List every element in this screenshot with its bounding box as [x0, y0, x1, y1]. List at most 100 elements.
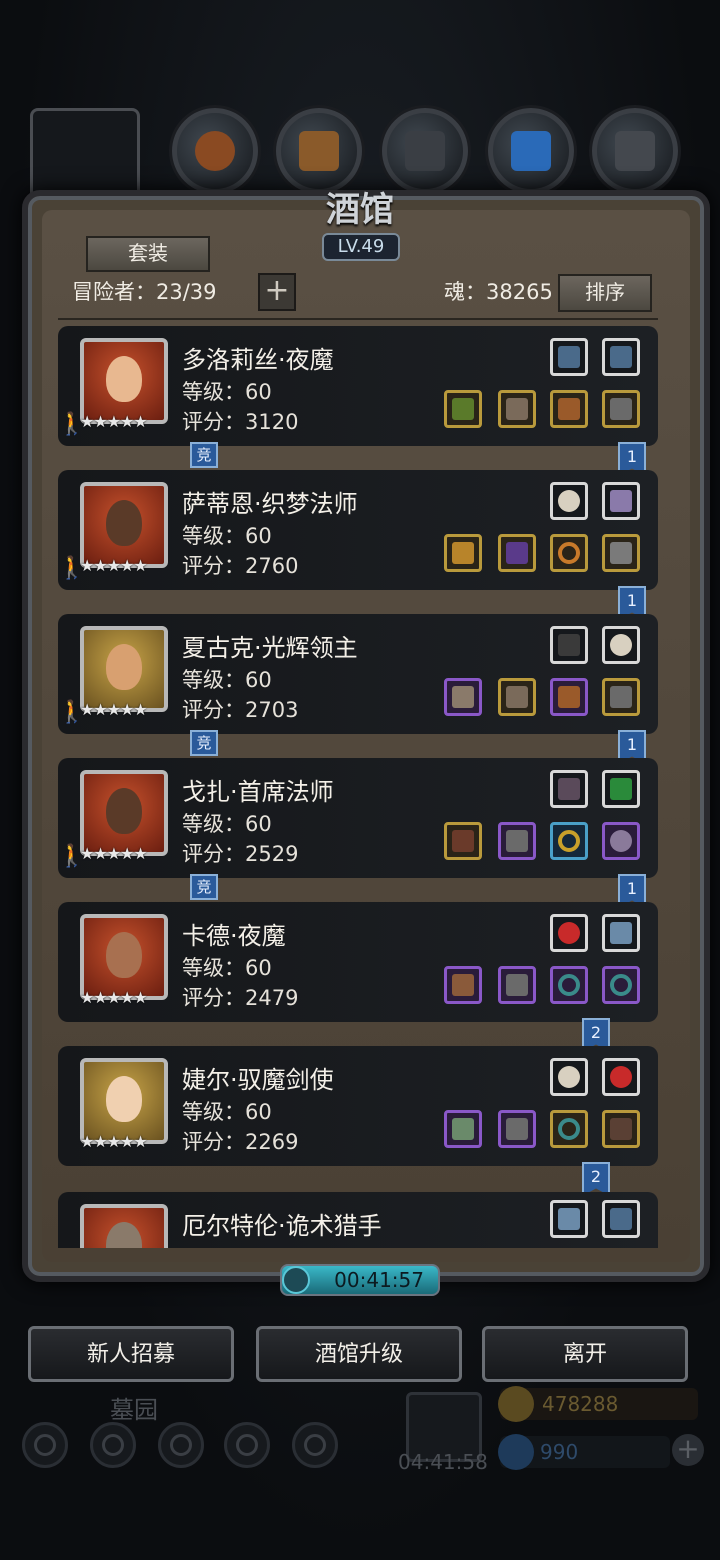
leave-button[interactable]: 离开 — [482, 1326, 688, 1382]
weapon-slot[interactable] — [444, 822, 482, 860]
gold-amount: 478288 — [542, 1392, 619, 1416]
hero-card[interactable]: 🚶 ★★★★★ 萨蒂恩·织梦法师 等级：60 评分：2760 — [58, 470, 658, 590]
tavern-level-badge: LV.49 — [322, 233, 400, 261]
star-rating: ★★★★★ — [80, 556, 148, 575]
rune-slot[interactable] — [602, 338, 640, 376]
armor-slot[interactable] — [498, 1110, 536, 1148]
hero-level: 等级：60 — [182, 668, 272, 692]
hero-card[interactable]: 🚶 ★★★★★ 戈扎·首席法师 等级：60 评分：2529 — [58, 758, 658, 878]
hero-level: 等级：60 — [182, 1100, 272, 1124]
sort-button[interactable]: 排序 — [558, 274, 652, 312]
hero-score: 评分：2529 — [182, 842, 299, 866]
hero-name: 夏古克·光辉领主 — [182, 634, 358, 662]
rune-slot[interactable] — [602, 482, 640, 520]
location-label: 墓园 — [110, 1396, 158, 1424]
add-gems-icon[interactable]: + — [672, 1434, 704, 1466]
accessory-slot[interactable] — [550, 390, 588, 428]
hero-level: 等级：60 — [182, 956, 272, 980]
tab-metal[interactable] — [592, 108, 678, 194]
suit-button[interactable]: 套装 — [86, 236, 210, 272]
amulet-slot[interactable] — [602, 822, 640, 860]
gem-icon — [498, 1434, 534, 1470]
weapon-slot[interactable] — [444, 678, 482, 716]
hero-name: 戈扎·首席法师 — [182, 778, 334, 806]
arena-badge: 竞 — [190, 730, 218, 756]
rune-slot[interactable] — [550, 914, 588, 952]
hero-score: 评分：3120 — [182, 410, 299, 434]
guild-icon[interactable] — [158, 1422, 204, 1468]
weapon-slot[interactable] — [444, 1110, 482, 1148]
weapon-slot[interactable] — [444, 966, 482, 1004]
upgrade-tavern-button[interactable]: 酒馆升级 — [256, 1326, 462, 1382]
rune-slot[interactable] — [550, 482, 588, 520]
armor-slot[interactable] — [498, 822, 536, 860]
helmet-slot[interactable] — [602, 678, 640, 716]
hero-level: 等级：60 — [182, 524, 272, 548]
recruit-button[interactable]: 新人招募 — [28, 1326, 234, 1382]
hero-score: 评分：2760 — [182, 554, 299, 578]
gold-coin-icon — [498, 1386, 534, 1422]
mail-icon[interactable] — [224, 1422, 270, 1468]
star-rating: ★★★★★ — [80, 1132, 148, 1151]
ring-slot[interactable] — [602, 966, 640, 1004]
hero-portrait — [80, 1204, 168, 1248]
hero-score: 评分：2479 — [182, 986, 299, 1010]
rune-slot[interactable] — [602, 1058, 640, 1096]
rune-slot[interactable] — [602, 770, 640, 808]
rune-slot[interactable] — [602, 626, 640, 664]
hero-name: 婕尔·驭魔剑使 — [182, 1066, 334, 1094]
hero-level: 等级：60 — [182, 380, 272, 404]
ring-slot[interactable] — [550, 534, 588, 572]
gem-amount: 990 — [540, 1440, 579, 1464]
armor-slot[interactable] — [498, 390, 536, 428]
hero-level: 等级：60 — [182, 812, 272, 836]
rune-slot[interactable] — [550, 1200, 588, 1238]
arena-badge: 竞 — [190, 874, 218, 900]
armor-slot[interactable] — [498, 678, 536, 716]
page-title: 酒馆 — [326, 190, 394, 230]
weapon-slot[interactable] — [444, 534, 482, 572]
rune-slot[interactable] — [550, 770, 588, 808]
ring-slot[interactable] — [550, 966, 588, 1004]
soul-count: 魂：38265 — [444, 280, 553, 304]
armor-slot[interactable] — [498, 534, 536, 572]
rune-slot[interactable] — [550, 1058, 588, 1096]
hero-name: 多洛莉丝·夜魔 — [182, 346, 334, 374]
hero-card[interactable]: 厄尔特伦·诡术猎手 — [58, 1192, 658, 1248]
star-rating: ★★★★★ — [80, 844, 148, 863]
achievement-icon[interactable] — [90, 1422, 136, 1468]
rune-slot[interactable] — [550, 338, 588, 376]
accessory-slot[interactable] — [550, 678, 588, 716]
ring-slot[interactable] — [550, 1110, 588, 1148]
hero-card[interactable]: 🚶 ★★★★★ 多洛莉丝·夜魔 等级：60 评分：3120 — [58, 326, 658, 446]
hero-score: 评分：2269 — [182, 1130, 299, 1154]
adventurer-count: 冒险者：23/39 — [72, 280, 217, 304]
divider — [58, 318, 658, 320]
tab-potion[interactable] — [172, 108, 258, 194]
gear-icon[interactable] — [22, 1422, 68, 1468]
rune-slot[interactable] — [602, 1200, 640, 1238]
weapon-slot[interactable] — [444, 390, 482, 428]
hero-name: 卡德·夜魔 — [182, 922, 286, 950]
hero-name: 萨蒂恩·织梦法师 — [182, 490, 358, 518]
gift-timer: 04:41:58 — [398, 1450, 488, 1474]
hero-card[interactable]: ★★★★★ 卡德·夜魔 等级：60 评分：2479 — [58, 902, 658, 1022]
clock-icon — [282, 1266, 310, 1294]
armor-slot[interactable] — [498, 966, 536, 1004]
hero-card[interactable]: ★★★★★ 婕尔·驭魔剑使 等级：60 评分：2269 — [58, 1046, 658, 1166]
hero-list[interactable]: 🚶 ★★★★★ 多洛莉丝·夜魔 等级：60 评分：3120 竞 1 🚶 ★★★★… — [58, 326, 658, 1248]
helmet-slot[interactable] — [602, 390, 640, 428]
shop-icon[interactable] — [292, 1422, 338, 1468]
hero-card[interactable]: 🚶 ★★★★★ 夏古克·光辉领主 等级：60 评分：2703 — [58, 614, 658, 734]
rune-slot[interactable] — [602, 914, 640, 952]
ring-slot[interactable] — [550, 822, 588, 860]
hero-name: 厄尔特伦·诡术猎手 — [182, 1212, 382, 1240]
hero-score: 评分：2703 — [182, 698, 299, 722]
cloak-slot[interactable] — [602, 1110, 640, 1148]
add-adventurer-button[interactable]: + — [258, 273, 296, 311]
arena-badge: 竞 — [190, 442, 218, 468]
rank-ribbon: 2 — [582, 1162, 610, 1196]
tab-crystal[interactable] — [488, 108, 574, 194]
rune-slot[interactable] — [550, 626, 588, 664]
helmet-slot[interactable] — [602, 534, 640, 572]
